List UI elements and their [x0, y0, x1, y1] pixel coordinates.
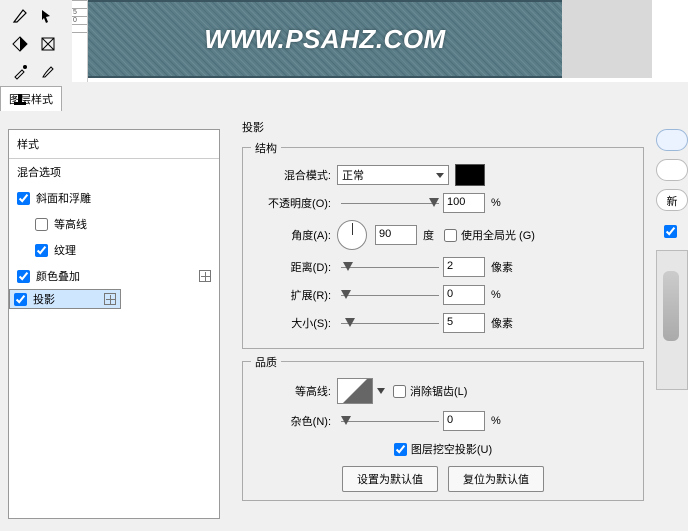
blend-options-label: 混合选项	[17, 164, 61, 180]
structure-group: 结构 混合模式: 正常 不透明度(O): 100 % 角度(A): 90 度 使…	[242, 147, 644, 349]
color-overlay-item[interactable]: 颜色叠加	[9, 263, 219, 289]
opacity-input[interactable]: 100	[443, 193, 485, 213]
preview-checkbox[interactable]	[664, 225, 677, 238]
top-area: 50 WWW.PSAHZ.COM	[0, 0, 688, 82]
watermark-text: WWW.PSAHZ.COM	[204, 24, 445, 55]
knockout-checkbox[interactable]	[394, 443, 407, 456]
contour-label: 等高线	[54, 216, 87, 232]
gradient-tool-icon[interactable]	[6, 30, 34, 58]
noise-label: 杂色(N):	[251, 413, 337, 429]
antialias-checkbox[interactable]	[393, 385, 406, 398]
drop-shadow-label: 投影	[33, 291, 55, 307]
contour-picker[interactable]	[337, 378, 373, 404]
pct-unit: %	[491, 289, 501, 301]
blend-mode-label: 混合模式:	[251, 167, 337, 183]
cancel-button[interactable]	[656, 159, 688, 181]
reset-default-button[interactable]: 复位为默认值	[448, 466, 544, 492]
eyedropper-tool-icon[interactable]	[6, 58, 34, 86]
opacity-label: 不透明度(O):	[251, 195, 337, 211]
make-default-button[interactable]: 设置为默认值	[342, 466, 438, 492]
spread-label: 扩展(R):	[251, 287, 337, 303]
new-style-button[interactable]: 新	[656, 189, 688, 211]
canvas-pad	[562, 0, 652, 78]
shadow-color-swatch[interactable]	[455, 164, 485, 186]
canvas-fabric: WWW.PSAHZ.COM	[88, 0, 562, 78]
noise-slider[interactable]	[341, 414, 439, 428]
contour-checkbox[interactable]	[35, 218, 48, 231]
angle-input[interactable]: 90	[375, 225, 417, 245]
pen-tool-icon[interactable]	[6, 2, 34, 30]
contour-item[interactable]: 等高线	[9, 211, 219, 237]
global-light-label: 使用全局光 (G)	[461, 227, 535, 243]
structure-legend: 结构	[251, 140, 281, 156]
blend-options-item[interactable]: 混合选项	[9, 159, 219, 185]
px-unit: 像素	[491, 259, 513, 275]
right-buttons: 新	[652, 111, 688, 531]
size-label: 大小(S):	[251, 315, 337, 331]
bevel-checkbox[interactable]	[17, 192, 30, 205]
color-overlay-checkbox[interactable]	[17, 270, 30, 283]
angle-label: 角度(A):	[251, 227, 337, 243]
brush-tool-icon[interactable]	[34, 58, 62, 86]
quality-legend: 品质	[251, 354, 281, 370]
distance-label: 距离(D):	[251, 259, 337, 275]
spread-input[interactable]: 0	[443, 285, 485, 305]
drop-shadow-checkbox[interactable]	[14, 293, 27, 306]
angle-dial[interactable]	[337, 220, 367, 250]
texture-item[interactable]: 纹理	[9, 237, 219, 263]
opacity-slider[interactable]	[341, 196, 439, 210]
layer-style-dialog: 样式 混合选项 斜面和浮雕 等高线 纹理 颜色叠加 投影 投影 结构 混合模式:…	[0, 111, 688, 531]
texture-label: 纹理	[54, 242, 76, 258]
arrow-tool-icon[interactable]	[34, 2, 62, 30]
crop-tool-icon[interactable]	[34, 30, 62, 58]
chevron-down-icon[interactable]	[377, 388, 385, 394]
size-slider[interactable]	[341, 316, 439, 330]
blend-mode-select[interactable]: 正常	[337, 165, 449, 185]
antialias-label: 消除锯齿(L)	[410, 383, 467, 399]
degree-unit: 度	[423, 227, 434, 243]
global-light-checkbox[interactable]	[444, 229, 457, 242]
color-overlay-label: 颜色叠加	[36, 268, 80, 284]
preview-thumbnail	[656, 250, 688, 390]
bevel-label: 斜面和浮雕	[36, 190, 91, 206]
distance-slider[interactable]	[341, 260, 439, 274]
fx-add-icon[interactable]	[104, 293, 116, 305]
tool-palette	[0, 0, 72, 82]
style-list: 样式 混合选项 斜面和浮雕 等高线 纹理 颜色叠加 投影	[8, 129, 220, 519]
chevron-down-icon	[436, 173, 444, 178]
pct-unit: %	[491, 197, 501, 209]
distance-input[interactable]: 2	[443, 257, 485, 277]
quality-group: 品质 等高线: 消除锯齿(L) 杂色(N): 0 % 图层挖空投影(U) 设置为…	[242, 361, 644, 501]
bevel-item[interactable]: 斜面和浮雕	[9, 185, 219, 211]
noise-input[interactable]: 0	[443, 411, 485, 431]
pct-unit: %	[491, 415, 501, 427]
drop-shadow-item[interactable]: 投影	[9, 289, 121, 309]
px-unit: 像素	[491, 315, 513, 331]
knockout-label: 图层挖空投影(U)	[411, 441, 492, 457]
stamp-tool-icon[interactable]	[6, 86, 34, 114]
ruler-vertical: 50	[72, 0, 88, 82]
canvas-area: WWW.PSAHZ.COM	[88, 0, 688, 78]
size-input[interactable]: 5	[443, 313, 485, 333]
contour-q-label: 等高线:	[251, 383, 337, 399]
styles-header: 样式	[9, 130, 219, 159]
panel-title: 投影	[242, 119, 644, 135]
settings-panel: 投影 结构 混合模式: 正常 不透明度(O): 100 % 角度(A): 90 …	[220, 111, 652, 531]
blend-mode-value: 正常	[342, 167, 364, 183]
new-style-label: 新	[667, 196, 678, 208]
spread-slider[interactable]	[341, 288, 439, 302]
ok-button[interactable]	[656, 129, 688, 151]
texture-checkbox[interactable]	[35, 244, 48, 257]
fx-add-icon[interactable]	[199, 270, 211, 282]
canvas-empty	[652, 0, 688, 78]
